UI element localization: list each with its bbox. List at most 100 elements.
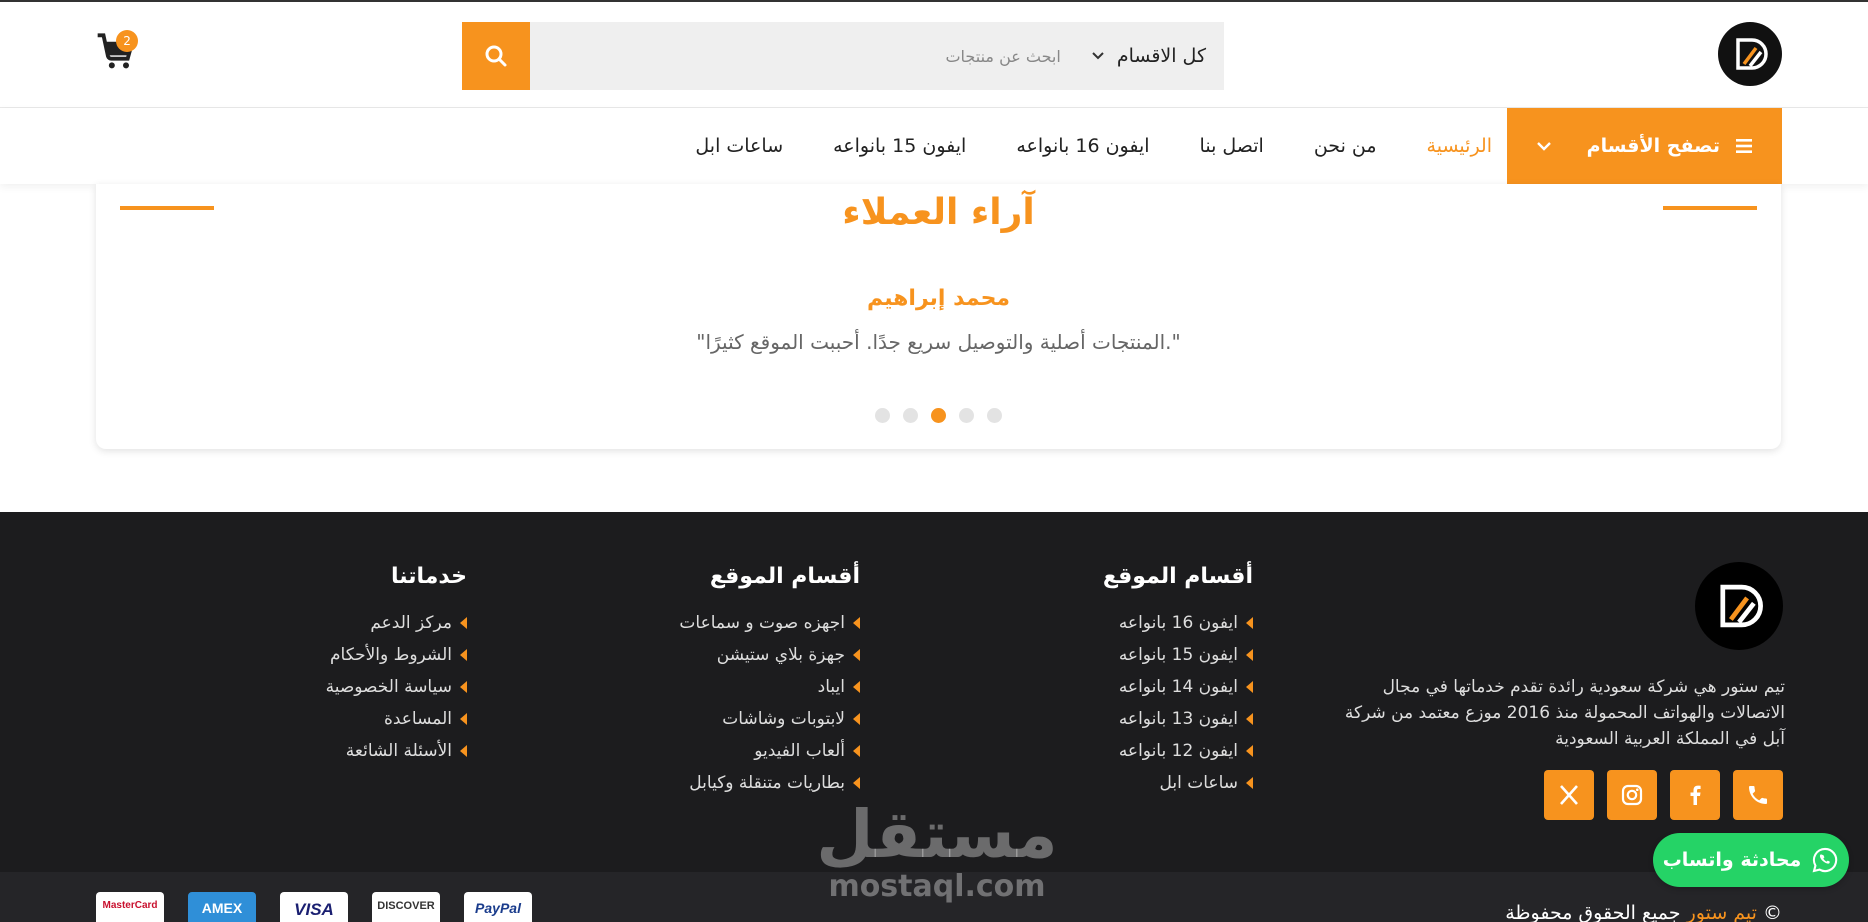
footer-link-label: مركز الدعم [370, 613, 452, 633]
footer-link[interactable]: ايفون 14 بانواعه [1103, 671, 1253, 703]
footer-link-label: ايفون 15 بانواعه [1118, 645, 1238, 665]
search-icon [485, 45, 507, 67]
carousel-dot[interactable] [903, 408, 918, 423]
footer-link[interactable]: الأسئلة الشائعة [326, 735, 467, 767]
search-input[interactable] [530, 22, 1081, 90]
footer-link-label: ايفون 16 بانواعه [1118, 613, 1238, 633]
footer-link[interactable]: ايفون 16 بانواعه [1103, 607, 1253, 639]
caret-left-icon [1246, 713, 1253, 725]
nav-link-iphone-15[interactable]: ايفون 15 بانواعه [833, 135, 966, 157]
nav-link-home[interactable]: الرئيسية [1427, 135, 1492, 157]
cart-button[interactable]: 2 [92, 30, 138, 76]
nav-link-contact[interactable]: اتصل بنا [1200, 135, 1264, 157]
carousel-dots [96, 408, 1781, 423]
carousel-dot[interactable] [959, 408, 974, 423]
footer-link[interactable]: ساعات ابل [1103, 767, 1253, 799]
site-logo[interactable] [1718, 22, 1782, 86]
browse-categories-label: تصفح الأقسام [1586, 135, 1720, 157]
nav-link-iphone-16[interactable]: ايفون 16 بانواعه [1016, 135, 1149, 157]
footer-logo[interactable] [1695, 562, 1783, 650]
carousel-dot[interactable] [875, 408, 890, 423]
chevron-down-icon [1092, 52, 1104, 60]
caret-left-icon [853, 745, 860, 757]
footer-link[interactable]: اجهزه صوت و سماعات [679, 607, 860, 639]
footer-column-categories-1: أقسام الموقع ايفون 16 بانواعه ايفون 15 ب… [1103, 564, 1253, 799]
footer-link[interactable]: ايفون 13 بانواعه [1103, 703, 1253, 735]
footer-link-label: الأسئلة الشائعة [345, 741, 452, 761]
footer-link[interactable]: الشروط والأحكام [326, 639, 467, 671]
copyright-text: جميع الحقوق محفوظة [1505, 902, 1681, 922]
x-twitter-link[interactable] [1544, 770, 1594, 820]
watermark-en: mostaql.com [828, 869, 1046, 904]
search-box: كل الاقسام [530, 22, 1224, 90]
footer-link-label: ايفون 14 بانواعه [1118, 677, 1238, 697]
whatsapp-chat-button[interactable]: محادثة واتساب [1653, 833, 1849, 887]
caret-left-icon [460, 649, 467, 661]
caret-left-icon [460, 617, 467, 629]
whatsapp-label: محادثة واتساب [1662, 849, 1802, 871]
chevron-down-icon [1537, 142, 1551, 151]
facebook-icon [1690, 785, 1701, 805]
testimonial-quote: ".المنتجات أصلية والتوصيل سريع جدًا. أحب… [696, 330, 1181, 354]
caret-left-icon [1246, 745, 1253, 757]
footer-link[interactable]: مركز الدعم [326, 607, 467, 639]
search-bar: كل الاقسام [462, 22, 1224, 90]
payment-label: PayPal [475, 900, 521, 916]
nav-link-apple-watch[interactable]: ساعات ابل [695, 135, 783, 157]
footer-link-label: بطاريات متنقلة وكيابل [689, 773, 845, 793]
payment-methods: MasterCard AMEX VISA DISCOVER PayPal [96, 892, 532, 922]
testimonial-author: محمد إبراهيم [866, 286, 1011, 311]
footer-link[interactable]: المساعدة [326, 703, 467, 735]
logo-icon [1720, 584, 1763, 628]
instagram-link[interactable] [1607, 770, 1657, 820]
search-button[interactable] [462, 22, 530, 90]
testimonials-section: آراء العملاء محمد إبراهيم ".المنتجات أصل… [96, 184, 1781, 449]
footer-link[interactable]: بطاريات متنقلة وكيابل [679, 767, 860, 799]
footer-link-label: المساعدة [383, 709, 452, 729]
caret-left-icon [460, 745, 467, 757]
nav-links: الرئيسية من نحن اتصل بنا ايفون 16 بانواع… [695, 108, 1492, 184]
copyright-brand[interactable]: تيم ستور [1687, 902, 1757, 922]
paypal-icon: PayPal [464, 892, 532, 922]
caret-left-icon [1246, 617, 1253, 629]
caret-left-icon [1246, 777, 1253, 789]
footer-link-label: ساعات ابل [1159, 773, 1238, 793]
caret-left-icon [1246, 649, 1253, 661]
social-links [1544, 770, 1783, 820]
category-select-value: كل الاقسام [1116, 45, 1206, 67]
payment-label: AMEX [201, 900, 243, 916]
footer-link[interactable]: سياسة الخصوصية [326, 671, 467, 703]
copyright: © تيم ستور جميع الحقوق محفوظة [1400, 902, 1782, 922]
footer-link-label: الشروط والأحكام [329, 645, 452, 665]
footer-link[interactable]: جهزة بلاي ستيشن [679, 639, 860, 671]
nav-link-about[interactable]: من نحن [1314, 135, 1377, 157]
caret-left-icon [853, 617, 860, 629]
footer-link-label: ايفون 13 بانواعه [1118, 709, 1238, 729]
footer-column-title: خدماتنا [391, 564, 467, 589]
category-select[interactable]: كل الاقسام [1081, 45, 1224, 67]
footer-link[interactable]: ايباد [679, 671, 860, 703]
footer-link[interactable]: ايفون 15 بانواعه [1103, 639, 1253, 671]
carousel-dot[interactable] [987, 408, 1002, 423]
logo-icon [1736, 38, 1768, 70]
phone-link[interactable] [1733, 770, 1783, 820]
footer-link-label: سياسة الخصوصية [325, 677, 452, 697]
watermark-ar: مستقل [816, 796, 1058, 873]
copyright-symbol: © [1763, 902, 1782, 922]
footer-link[interactable]: لابتوبات وشاشات [679, 703, 860, 735]
caret-left-icon [853, 649, 860, 661]
instagram-icon [1621, 784, 1643, 806]
footer-column-services: خدماتنا مركز الدعم الشروط والأحكام سياسة… [326, 564, 467, 767]
caret-left-icon [853, 681, 860, 693]
footer-link[interactable]: ايفون 12 بانواعه [1103, 735, 1253, 767]
footer-link-label: اجهزه صوت و سماعات [679, 613, 845, 633]
footer-column-title: أقسام الموقع [1102, 564, 1253, 589]
facebook-link[interactable] [1670, 770, 1720, 820]
carousel-dot-active[interactable] [931, 408, 946, 423]
caret-left-icon [460, 681, 467, 693]
browse-categories-button[interactable]: تصفح الأقسام [1507, 108, 1782, 184]
footer-link[interactable]: ألعاب الفيديو [679, 735, 860, 767]
testimonials-title: آراء العملاء [842, 192, 1035, 233]
caret-left-icon [853, 777, 860, 789]
watermark: مستقل mostaql.com [812, 800, 1062, 904]
